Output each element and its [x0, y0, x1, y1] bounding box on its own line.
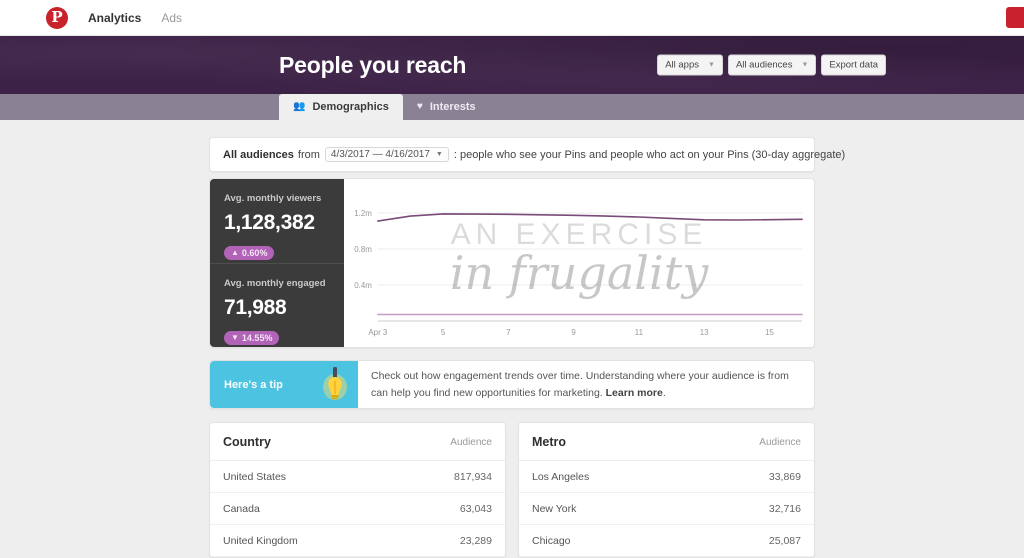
audience-summary-bar: All audiences from 4/3/2017 — 4/16/2017 … — [210, 138, 845, 171]
metric-avg-monthly-viewers: Avg. monthly viewers 1,128,382 ▲ 0.60% — [210, 179, 344, 263]
row-value: 817,934 — [454, 470, 492, 483]
audience-scope-label: All audiences — [223, 148, 294, 161]
country-table-title: Country — [223, 435, 271, 449]
svg-text:9: 9 — [571, 328, 576, 337]
svg-text:0.4m: 0.4m — [354, 281, 372, 290]
row-value: 25,087 — [768, 534, 801, 547]
audience-line-chart: 0.4m 0.8m 1.2m Apr 3 5 7 9 11 13 15 AN EXERCISE i… — [344, 179, 814, 347]
row-value: 23,289 — [459, 534, 492, 547]
tab-interests[interactable]: ♥ Interests — [403, 94, 490, 120]
row-value: 63,043 — [459, 502, 492, 515]
country-table: Country Audience United States 817,934 C… — [209, 422, 506, 558]
table-row[interactable]: Los Angeles 33,869 — [519, 461, 814, 493]
tip-banner: Here's a tip Check out how engagement tr… — [209, 360, 815, 409]
svg-text:1.2m: 1.2m — [354, 209, 372, 218]
learn-more-link[interactable]: Learn more — [606, 387, 663, 399]
svg-text:7: 7 — [506, 328, 511, 337]
svg-text:0.8m: 0.8m — [354, 245, 372, 254]
metrics-chart-panel: Avg. monthly viewers 1,128,382 ▲ 0.60% A… — [209, 178, 815, 348]
export-data-label: Export data — [829, 59, 878, 71]
table-row[interactable]: Chicago 25,087 — [519, 525, 814, 557]
tip-banner-text: Check out how engagement trends over tim… — [371, 370, 789, 399]
metric-value: 1,128,382 — [224, 211, 315, 234]
metric-change-value: 14.55% — [241, 333, 273, 343]
svg-text:11: 11 — [635, 328, 644, 337]
row-value: 32,716 — [768, 502, 801, 515]
svg-text:13: 13 — [700, 328, 709, 337]
chevron-down-icon: ▼ — [435, 151, 443, 158]
svg-text:5: 5 — [441, 328, 446, 337]
nav-item-analytics[interactable]: Analytics — [88, 11, 141, 25]
metric-change-badge: ▲ 0.60% — [224, 246, 275, 260]
date-range-value: 4/3/2017 — 4/16/2017 — [330, 149, 430, 160]
metrics-sidebar: Avg. monthly viewers 1,128,382 ▲ 0.60% A… — [210, 179, 344, 347]
metro-table-title: Metro — [532, 435, 567, 449]
nav-item-ads[interactable]: Ads — [161, 11, 182, 25]
heart-icon: ♥ — [416, 101, 423, 112]
tab-strip: 👥 Demographics ♥ Interests — [0, 94, 1024, 120]
arrow-up-icon: ▲ — [231, 248, 239, 257]
all-apps-dropdown[interactable]: All apps ▼ — [657, 54, 723, 76]
metro-table: Metro Audience Los Angeles 33,869 New Yo… — [518, 422, 815, 558]
pinterest-logo-letter: P — [51, 8, 63, 26]
all-apps-label: All apps — [665, 59, 700, 71]
content-column: All audiences from 4/3/2017 — 4/16/2017 … — [209, 137, 845, 558]
tip-period: . — [662, 386, 666, 399]
arrow-down-icon: ▼ — [231, 333, 239, 342]
metric-avg-monthly-engaged: Avg. monthly engaged 71,988 ▼ 14.55% — [210, 263, 344, 347]
audience-description: : people who see your Pins and people wh… — [453, 148, 846, 161]
tab-interests-label: Interests — [429, 101, 476, 113]
row-label: Chicago — [532, 534, 571, 547]
row-label: United Kingdom — [223, 534, 298, 547]
chevron-down-icon: ▼ — [708, 61, 715, 69]
page-header: People you reach All apps ▼ All audience… — [0, 36, 1024, 94]
all-audiences-dropdown[interactable]: All audiences ▼ — [727, 54, 817, 76]
export-data-button[interactable]: Export data — [821, 54, 886, 76]
chart-svg: 0.4m 0.8m 1.2m Apr 3 5 7 9 11 13 15 — [354, 209, 803, 337]
tip-banner-label-area: Here's a tip — [210, 361, 358, 408]
metric-change-badge: ▼ 14.55% — [224, 331, 280, 345]
tip-banner-label: Here's a tip — [224, 378, 283, 391]
lightbulb-icon — [322, 365, 348, 408]
page-title: People you reach — [279, 51, 467, 78]
metro-audience-header: Audience — [759, 436, 801, 448]
top-navigation-bar: P Analytics Ads — [0, 0, 1024, 36]
table-row[interactable]: New York 32,716 — [519, 493, 814, 525]
demographic-tables: Country Audience United States 817,934 C… — [209, 422, 815, 558]
metric-value: 71,988 — [224, 296, 287, 319]
table-header: Metro Audience — [519, 423, 814, 461]
metric-label: Avg. monthly viewers — [224, 193, 322, 204]
row-label: New York — [532, 502, 577, 515]
account-action-button[interactable] — [1006, 7, 1024, 28]
tip-banner-body: Check out how engagement trends over tim… — [358, 361, 814, 408]
nav-links: Analytics Ads — [88, 11, 182, 25]
table-row[interactable]: United States 817,934 — [210, 461, 505, 493]
metric-label: Avg. monthly engaged — [224, 278, 326, 289]
row-value: 33,869 — [768, 470, 801, 483]
row-label: United States — [223, 470, 287, 483]
table-row[interactable]: Canada 63,043 — [210, 493, 505, 525]
row-label: Canada — [223, 502, 260, 515]
table-row[interactable]: United Kingdom 23,289 — [210, 525, 505, 557]
people-icon: 👥 — [293, 101, 306, 112]
audience-summary-card: All audiences from 4/3/2017 — 4/16/2017 … — [209, 137, 845, 172]
pinterest-logo[interactable]: P — [46, 6, 68, 29]
row-label: Los Angeles — [532, 470, 590, 483]
country-audience-header: Audience — [450, 436, 492, 448]
header-actions: All apps ▼ All audiences ▼ Export data — [657, 54, 886, 76]
table-header: Country Audience — [210, 423, 505, 461]
svg-text:Apr 3: Apr 3 — [368, 328, 388, 337]
tab-demographics[interactable]: 👥 Demographics — [279, 94, 403, 120]
metric-change-value: 0.60% — [241, 248, 268, 258]
tab-demographics-label: Demographics — [312, 101, 389, 113]
svg-text:15: 15 — [765, 328, 774, 337]
page-body: All audiences from 4/3/2017 — 4/16/2017 … — [0, 120, 1024, 558]
all-audiences-label: All audiences — [735, 59, 793, 71]
chevron-down-icon: ▼ — [801, 61, 809, 69]
date-range-picker[interactable]: 4/3/2017 — 4/16/2017 ▼ — [324, 147, 449, 162]
from-label: from — [297, 148, 320, 161]
